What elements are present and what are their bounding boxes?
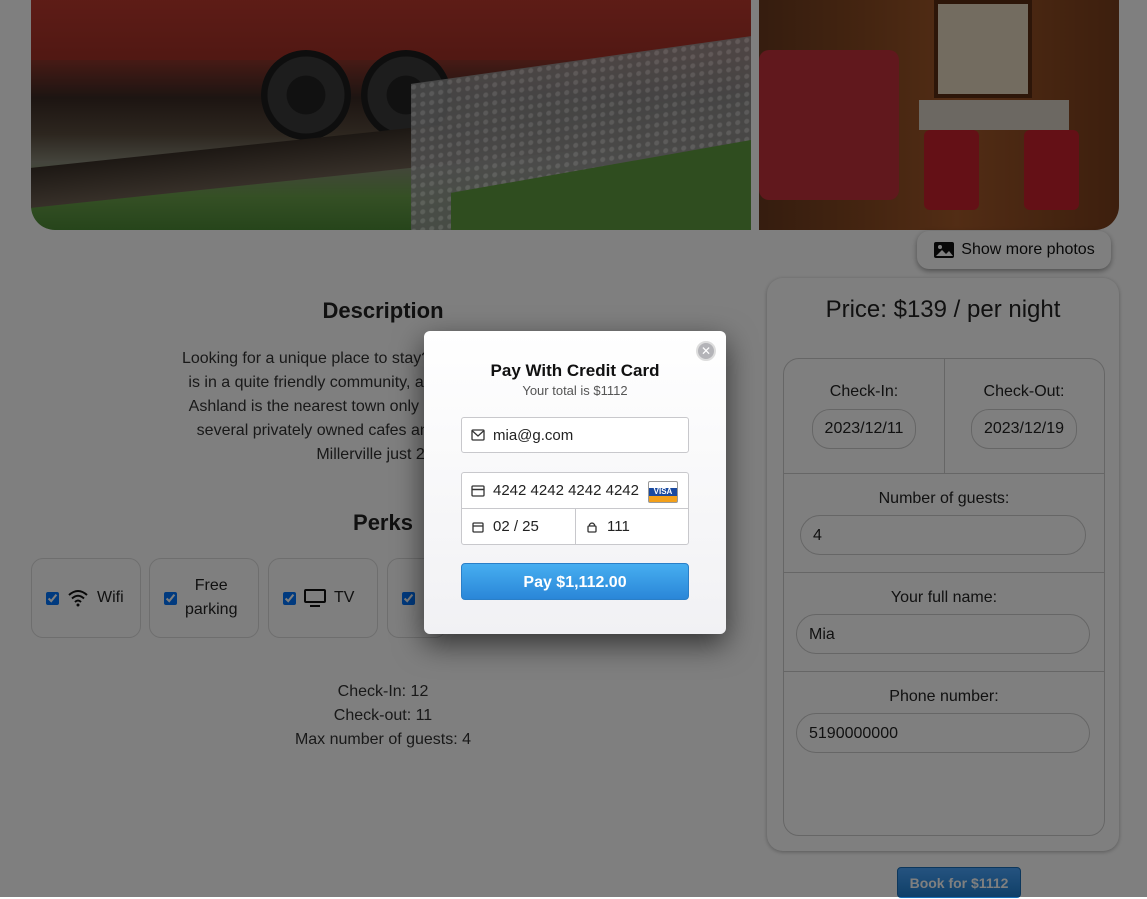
email-field[interactable]: mia@g.com	[461, 417, 689, 453]
envelope-icon	[471, 429, 485, 441]
visa-card-icon: VISA	[648, 481, 678, 503]
cvc-field[interactable]: 111	[575, 508, 689, 545]
payment-modal: ✕ Pay With Credit Card Your total is $11…	[424, 331, 726, 634]
pay-button[interactable]: Pay $1,112.00	[461, 563, 689, 600]
credit-card-icon	[471, 484, 485, 497]
modal-title: Pay With Credit Card	[490, 361, 660, 380]
cvc-value: 111	[607, 518, 630, 535]
modal-subtitle: Your total is $1112	[522, 383, 628, 398]
place-page: Show more photos Description Looking for…	[0, 0, 1147, 898]
email-value: mia@g.com	[493, 426, 574, 444]
expiry-value: 02 / 25	[493, 518, 539, 535]
close-icon: ✕	[700, 344, 712, 358]
close-modal-button[interactable]: ✕	[696, 341, 716, 361]
card-number-field[interactable]: 4242 4242 4242 4242 VISA	[461, 472, 689, 509]
card-number-value: 4242 4242 4242 4242	[493, 482, 639, 499]
calendar-icon	[472, 521, 484, 533]
lock-icon	[587, 521, 597, 533]
expiry-field[interactable]: 02 / 25	[461, 508, 576, 545]
